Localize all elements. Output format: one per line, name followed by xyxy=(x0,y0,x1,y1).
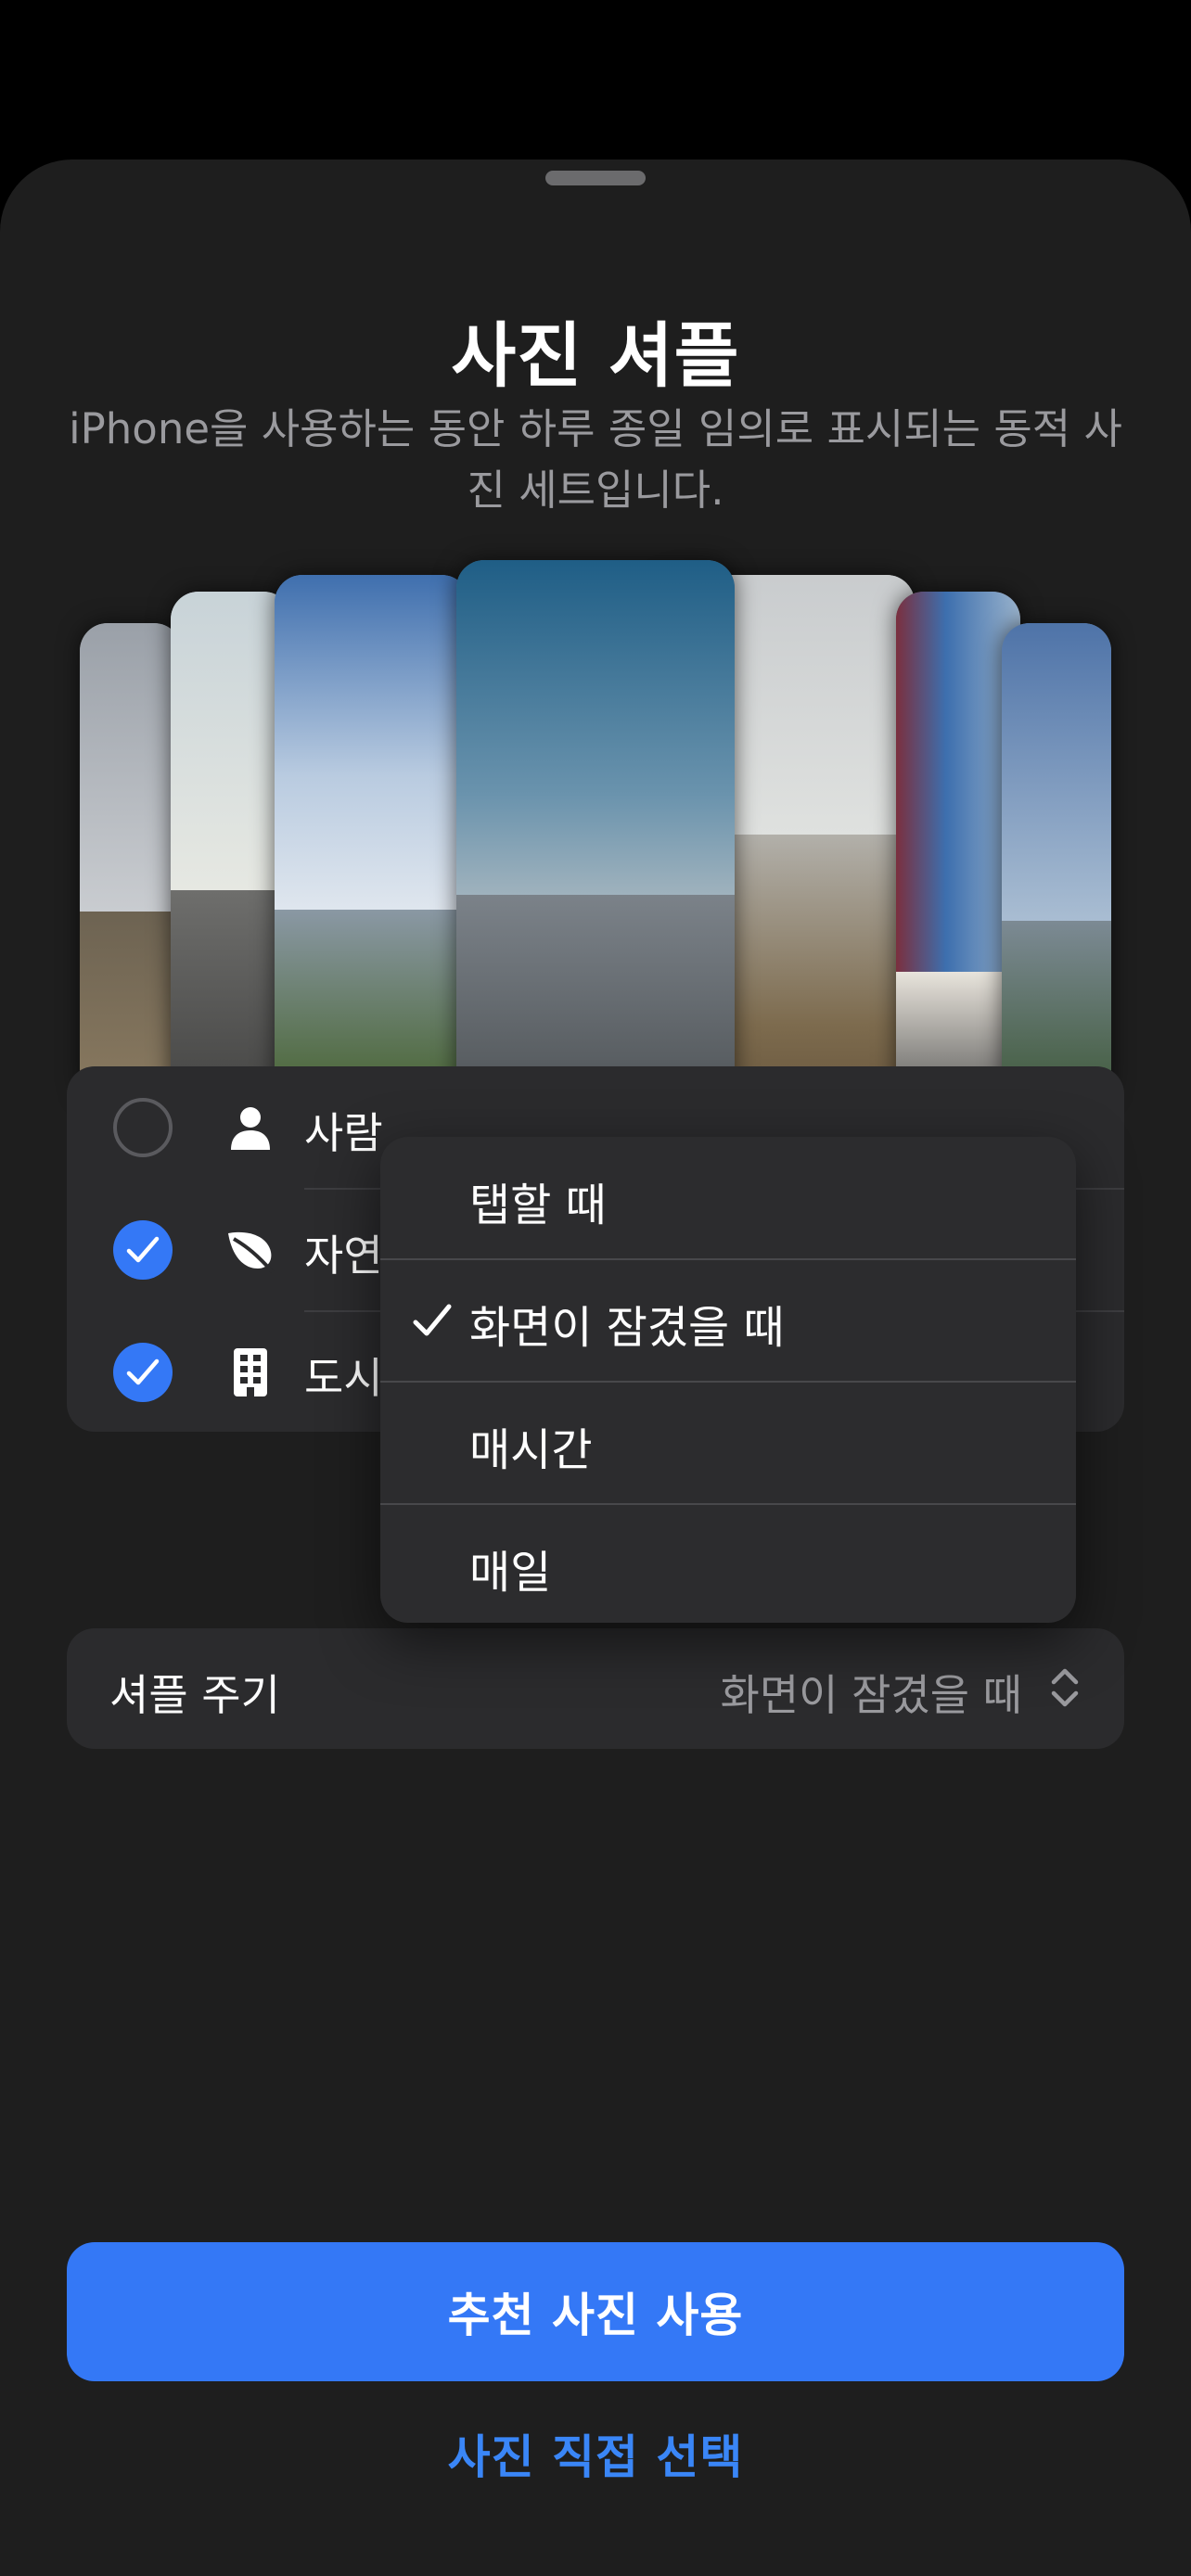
unchecked-circle-icon[interactable] xyxy=(113,1098,173,1157)
menu-item-daily[interactable]: 매일 xyxy=(380,1504,1076,1623)
page-subtitle: iPhone을 사용하는 동안 하루 종일 임의로 표시되는 동적 사진 세트입… xyxy=(69,404,1122,515)
checked-circle-icon[interactable] xyxy=(113,1220,173,1280)
person-icon xyxy=(224,1102,276,1154)
shuffle-frequency-value[interactable]: 화면이 잠겼을 때 xyxy=(721,1662,1022,1723)
menu-item-label: 탭할 때 xyxy=(469,1180,607,1231)
checked-circle-icon[interactable] xyxy=(113,1343,173,1402)
frequency-popup-menu: 탭할 때 화면이 잠겼을 때 매시간 매일 xyxy=(380,1137,1076,1623)
preview-photo-hills xyxy=(80,623,182,1103)
checkmark-icon xyxy=(412,1302,453,1343)
shuffle-frequency-row[interactable]: 셔플 주기 화면이 잠겼을 때 xyxy=(67,1628,1124,1749)
building-icon xyxy=(224,1346,276,1398)
category-label-nature: 자연 xyxy=(304,1231,383,1281)
menu-item-on-tap[interactable]: 탭할 때 xyxy=(380,1137,1076,1258)
shuffle-frequency-label: 셔플 주기 xyxy=(109,1670,280,1720)
choose-photos-manually-button[interactable]: 사진 직접 선택 xyxy=(0,2420,1191,2487)
preview-photo-coast xyxy=(1002,623,1111,1103)
sheet-grabber[interactable] xyxy=(545,171,646,185)
wallpaper-sheet: 사진 셔플 iPhone을 사용하는 동안 하루 종일 임의로 표시되는 동적 … xyxy=(0,159,1191,2576)
chevron-up-down-icon[interactable] xyxy=(1048,1665,1082,1714)
preview-photo-rooftop xyxy=(171,592,291,1135)
menu-item-on-lock[interactable]: 화면이 잠겼을 때 xyxy=(380,1259,1076,1381)
menu-item-label: 매일 xyxy=(469,1547,552,1599)
leaf-icon xyxy=(224,1224,276,1276)
page-title: 사진 셔플 xyxy=(451,314,740,397)
use-featured-photos-button[interactable]: 추천 사진 사용 xyxy=(67,2242,1124,2381)
menu-item-hourly[interactable]: 매시간 xyxy=(380,1382,1076,1503)
menu-item-label: 매시간 xyxy=(469,1424,593,1476)
category-label-city: 도시 xyxy=(304,1353,383,1403)
preview-photo-lake xyxy=(275,575,469,1152)
menu-item-label: 화면이 잠겼을 때 xyxy=(469,1302,785,1354)
category-label-people: 사람 xyxy=(304,1108,383,1158)
